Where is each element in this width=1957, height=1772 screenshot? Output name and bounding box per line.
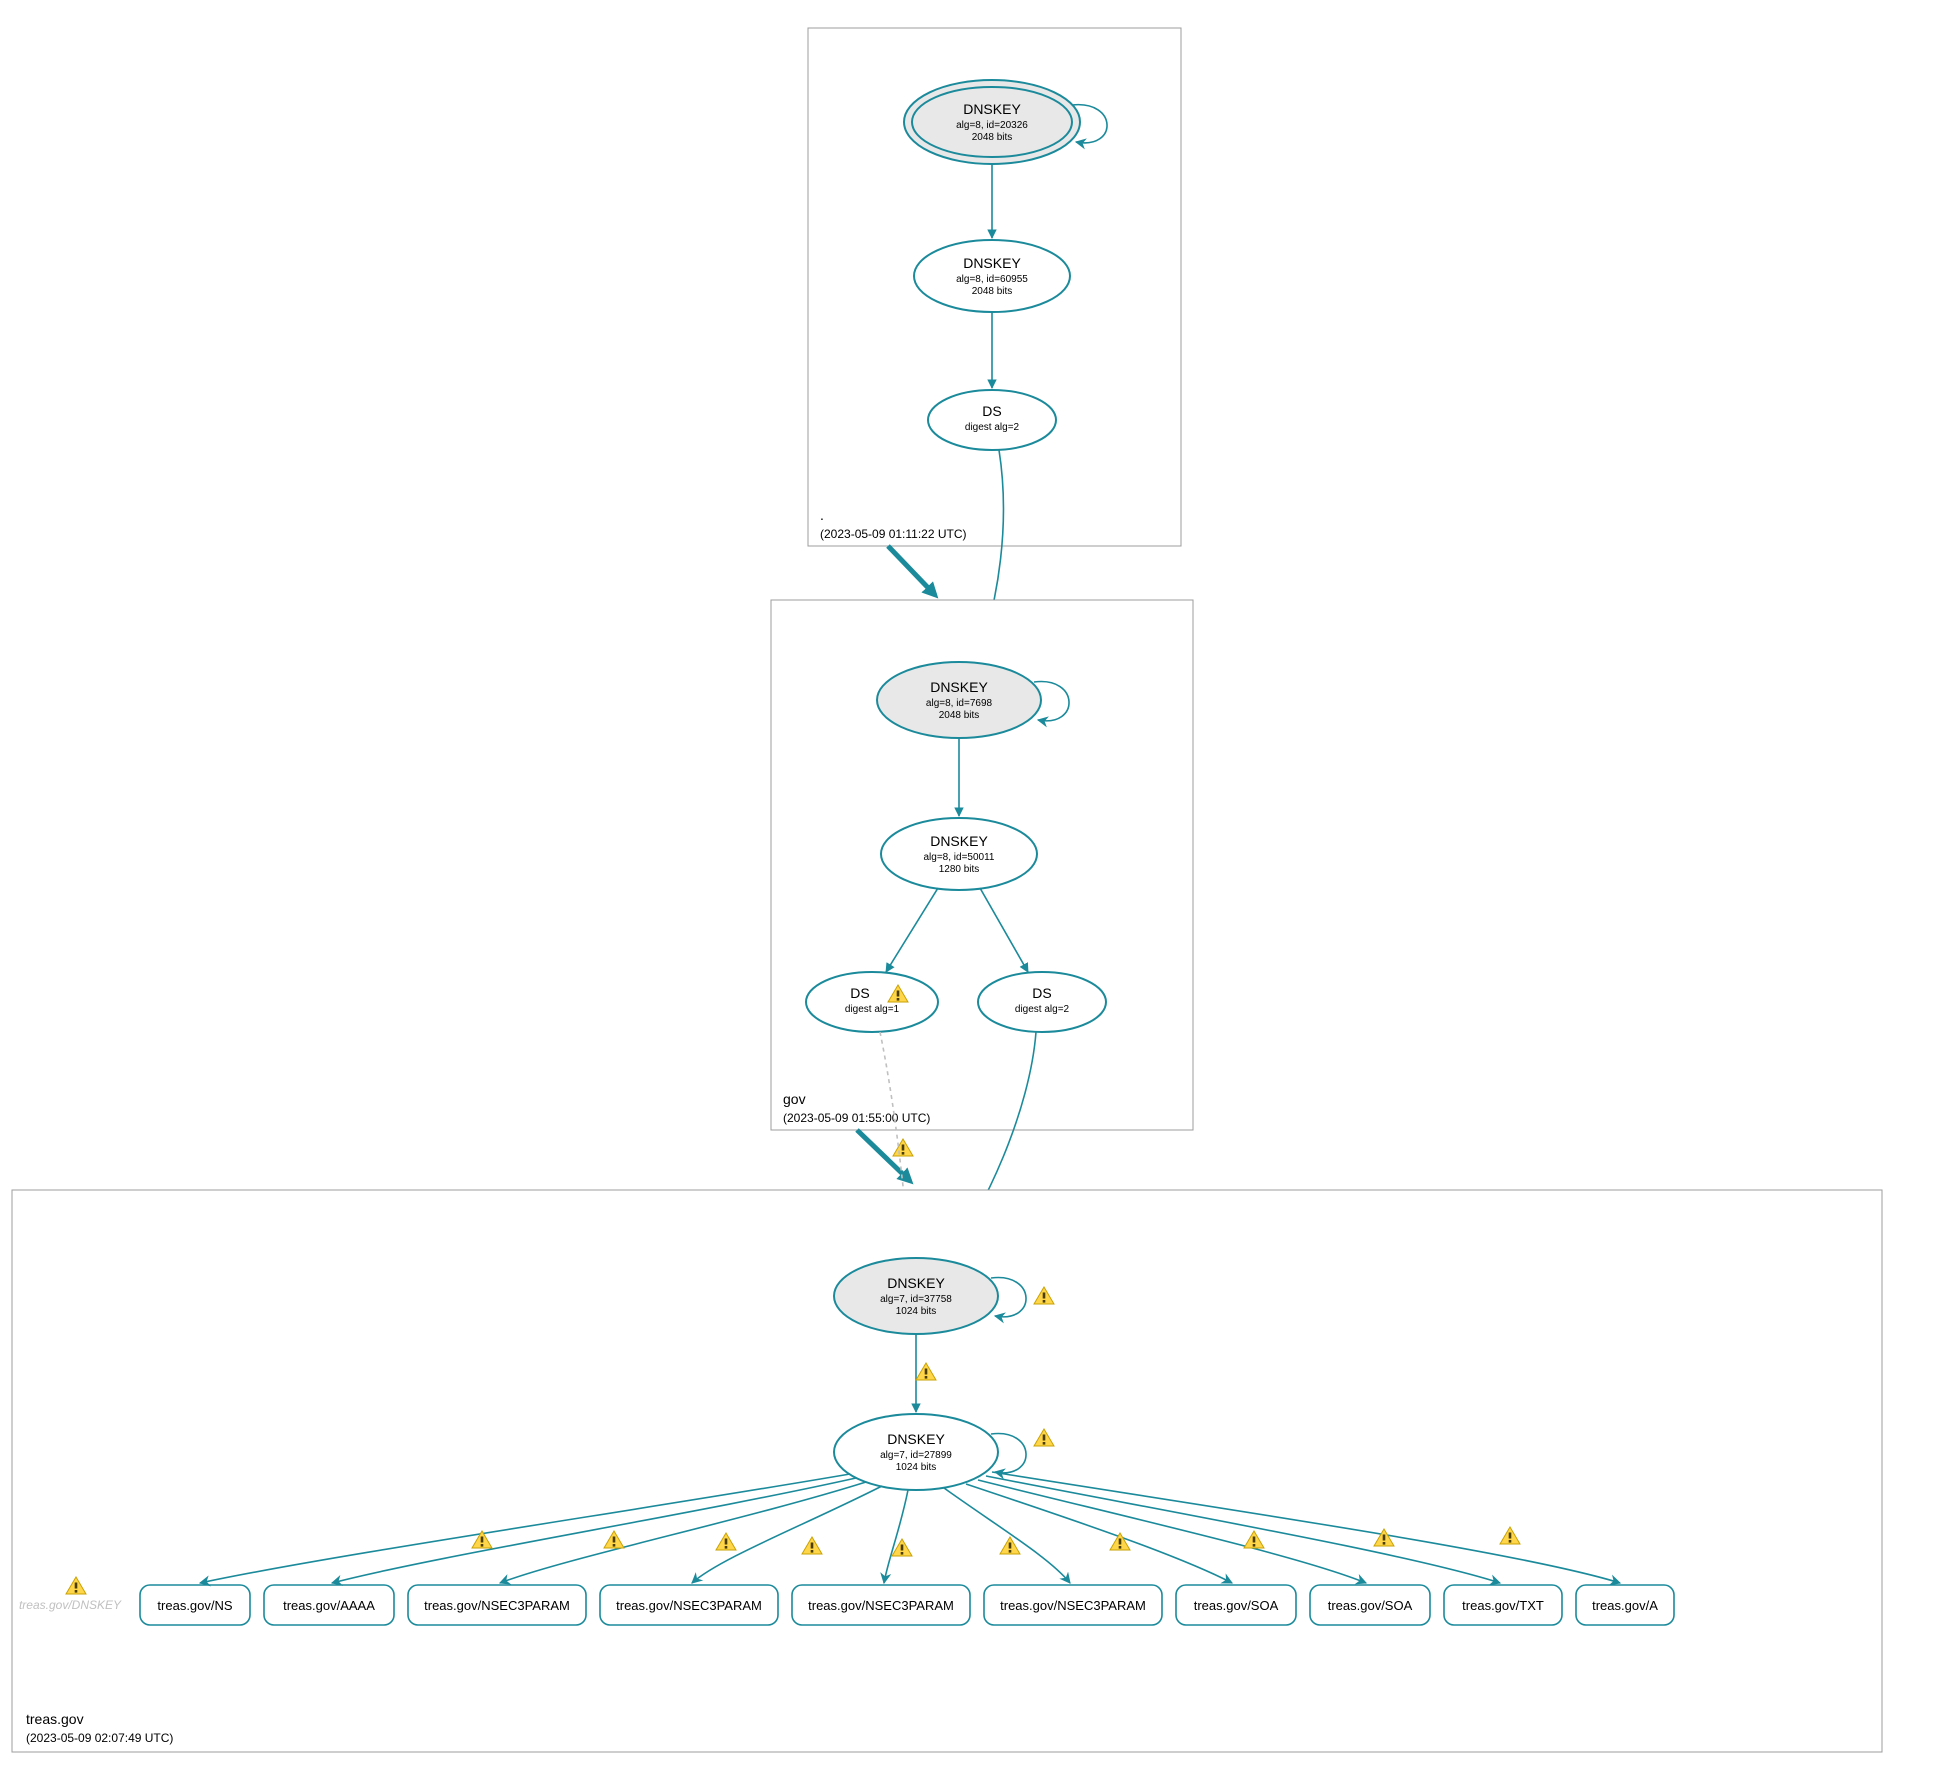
root-zsk-l2: alg=8, id=60955 (956, 274, 1028, 285)
gov-ds2-l2: digest alg=2 (1015, 1004, 1070, 1015)
rr-n3p1: treas.gov/NSEC3PARAM (408, 1585, 586, 1625)
treas-ksk-l3: 1024 bits (896, 1306, 937, 1317)
rr-a: treas.gov/A (1576, 1585, 1674, 1625)
rr-soa2: treas.gov/SOA (1310, 1585, 1430, 1625)
treas-zsk-title: DNSKEY (887, 1431, 945, 1447)
gov-zsk-title: DNSKEY (930, 833, 988, 849)
svg-text:treas.gov/SOA: treas.gov/SOA (1328, 1598, 1413, 1613)
zone-gov-label: gov (783, 1091, 806, 1107)
zone-gov: gov (2023-05-09 01:55:00 UTC) DNSKEY alg… (771, 600, 1193, 1130)
gov-ds1-l2: digest alg=1 (845, 1004, 900, 1015)
node-gov-ksk: DNSKEY alg=8, id=7698 2048 bits (877, 662, 1041, 738)
svg-text:treas.gov/A: treas.gov/A (1592, 1598, 1658, 1613)
gov-zsk-l2: alg=8, id=50011 (924, 852, 995, 863)
node-root-zsk: DNSKEY alg=8, id=60955 2048 bits (914, 240, 1070, 312)
rr-soa1: treas.gov/SOA (1176, 1585, 1296, 1625)
root-ksk-title: DNSKEY (963, 101, 1021, 117)
rr-ns: treas.gov/NS (140, 1585, 250, 1625)
warning-icon (893, 1139, 913, 1156)
rr-n3p2: treas.gov/NSEC3PARAM (600, 1585, 778, 1625)
root-zsk-l3: 2048 bits (972, 286, 1013, 297)
svg-text:treas.gov/AAAA: treas.gov/AAAA (283, 1598, 375, 1613)
gov-ksk-title: DNSKEY (930, 679, 988, 695)
gov-zsk-l3: 1280 bits (939, 864, 980, 875)
rr-n3p3: treas.gov/NSEC3PARAM (792, 1585, 970, 1625)
svg-text:treas.gov/NSEC3PARAM: treas.gov/NSEC3PARAM (616, 1598, 762, 1613)
root-zsk-title: DNSKEY (963, 255, 1021, 271)
gov-ksk-l3: 2048 bits (939, 710, 980, 721)
svg-text:treas.gov/NSEC3PARAM: treas.gov/NSEC3PARAM (808, 1598, 954, 1613)
dnssec-diagram: . (2023-05-09 01:11:22 UTC) DNSKEY alg=8… (0, 0, 1957, 1772)
rr-n3p4: treas.gov/NSEC3PARAM (984, 1585, 1162, 1625)
gov-ksk-l2: alg=8, id=7698 (926, 698, 993, 709)
zone-root: . (2023-05-09 01:11:22 UTC) DNSKEY alg=8… (808, 28, 1181, 546)
root-ds-l2: digest alg=2 (965, 422, 1020, 433)
node-gov-ds1: DS digest alg=1 (806, 972, 938, 1032)
node-gov-ds2: DS digest alg=2 (978, 972, 1106, 1032)
svg-text:treas.gov/TXT: treas.gov/TXT (1462, 1598, 1544, 1613)
zone-root-ts: (2023-05-09 01:11:22 UTC) (820, 527, 967, 541)
treas-ksk-l2: alg=7, id=37758 (880, 1294, 952, 1305)
root-ksk-l2: alg=8, id=20326 (956, 120, 1028, 131)
node-root-ksk: DNSKEY alg=8, id=20326 2048 bits (904, 80, 1080, 164)
zone-treas-ts: (2023-05-09 02:07:49 UTC) (26, 1731, 173, 1745)
svg-text:treas.gov/NS: treas.gov/NS (157, 1598, 232, 1613)
zone-gov-ts: (2023-05-09 01:55:00 UTC) (783, 1111, 930, 1125)
node-root-ds: DS digest alg=2 (928, 390, 1056, 450)
svg-text:treas.gov/NSEC3PARAM: treas.gov/NSEC3PARAM (424, 1598, 570, 1613)
node-treas-ksk: DNSKEY alg=7, id=37758 1024 bits (834, 1258, 998, 1334)
node-gov-zsk: DNSKEY alg=8, id=50011 1280 bits (881, 818, 1037, 890)
zone-root-label: . (820, 507, 824, 523)
svg-text:treas.gov/SOA: treas.gov/SOA (1194, 1598, 1279, 1613)
root-ds-title: DS (982, 403, 1001, 419)
zone-treas-label: treas.gov (26, 1711, 84, 1727)
rr-aaaa: treas.gov/AAAA (264, 1585, 394, 1625)
treas-zsk-l2: alg=7, id=27899 (880, 1450, 952, 1461)
edge-deleg-root-gov (888, 546, 935, 595)
zone-treas: treas.gov (2023-05-09 02:07:49 UTC) DNSK… (12, 1190, 1882, 1752)
gov-ds2-title: DS (1032, 985, 1051, 1001)
rr-txt: treas.gov/TXT (1444, 1585, 1562, 1625)
svg-text:treas.gov/NSEC3PARAM: treas.gov/NSEC3PARAM (1000, 1598, 1146, 1613)
node-treas-ghost-dnskey: treas.gov/DNSKEY (19, 1598, 122, 1612)
gov-ds1-title: DS (850, 985, 869, 1001)
root-ksk-l3: 2048 bits (972, 132, 1013, 143)
treas-ksk-title: DNSKEY (887, 1275, 945, 1291)
treas-zsk-l3: 1024 bits (896, 1462, 937, 1473)
node-treas-zsk: DNSKEY alg=7, id=27899 1024 bits (834, 1414, 998, 1490)
